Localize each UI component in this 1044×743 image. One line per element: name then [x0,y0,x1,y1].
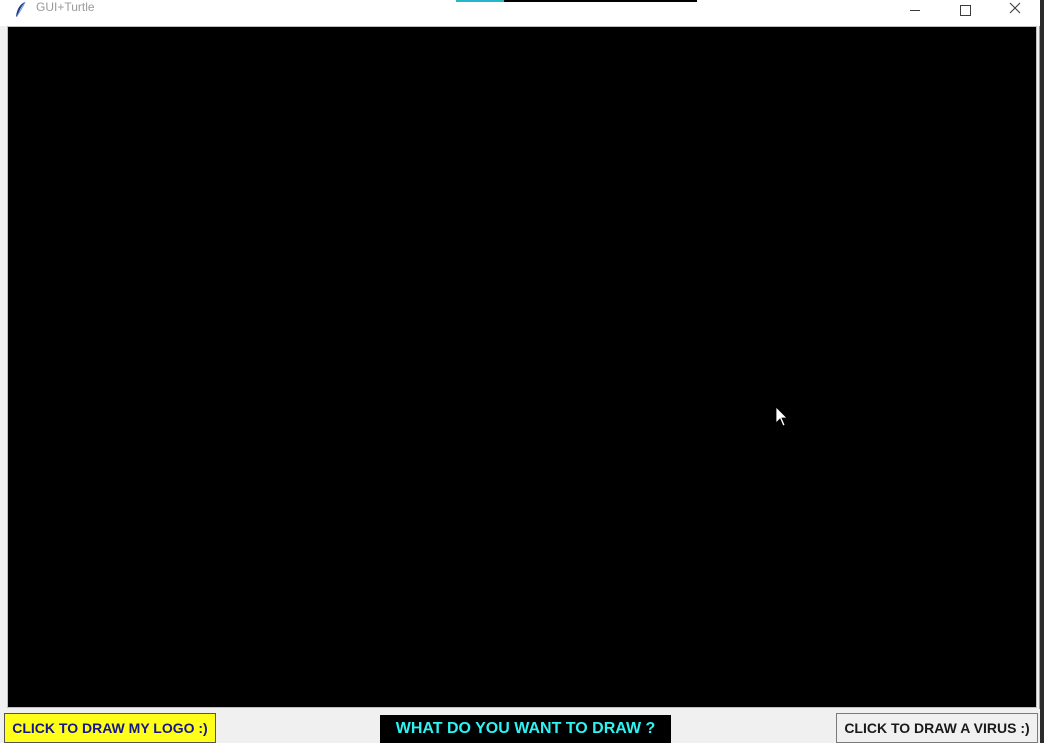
draw-prompt-label: WHAT DO YOU WANT TO DRAW ? [380,715,671,743]
mouse-cursor-icon [775,406,789,428]
close-icon [1009,1,1021,19]
maximize-icon [959,4,971,16]
close-button[interactable] [992,0,1038,20]
feather-icon [12,1,30,19]
draw-virus-button[interactable]: CLICK TO DRAW A VIRUS :) [836,713,1038,743]
maximize-button[interactable] [942,0,988,20]
title-bar[interactable]: GUI+Turtle [0,0,1040,26]
app-window: GUI+Turtle CLICK TO DRAW MY LOGO :) WHAT… [0,0,1040,743]
title-strip-accent [456,0,504,2]
draw-logo-button[interactable]: CLICK TO DRAW MY LOGO :) [4,713,216,743]
window-title: GUI+Turtle [36,0,95,14]
minimize-button[interactable] [892,0,938,20]
minimize-icon [910,9,920,11]
bottom-control-bar: CLICK TO DRAW MY LOGO :) WHAT DO YOU WAN… [0,709,1040,743]
turtle-canvas[interactable] [7,26,1037,708]
